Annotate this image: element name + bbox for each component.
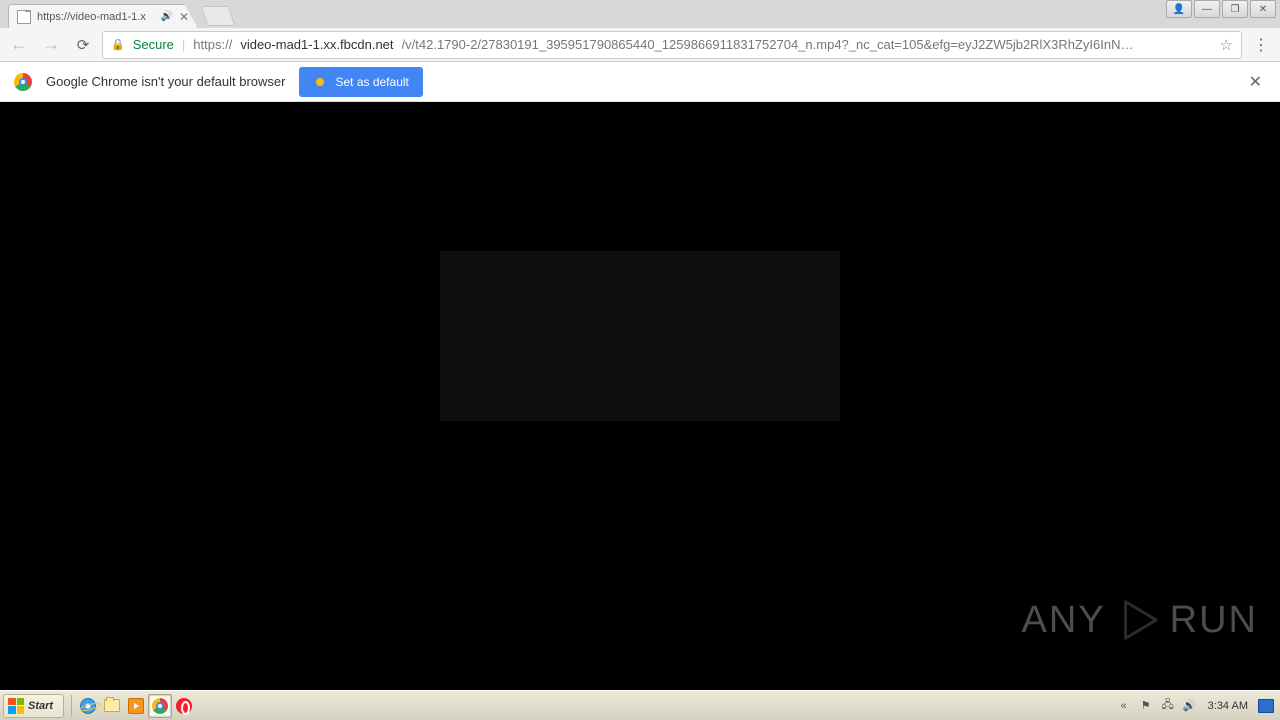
quicklaunch-separator <box>71 695 72 717</box>
chrome-menu-button[interactable]: ⋮ <box>1248 32 1274 58</box>
start-button[interactable]: Start <box>3 694 64 718</box>
bookmark-star-icon[interactable]: ☆ <box>1220 36 1233 54</box>
separator: | <box>182 37 185 52</box>
user-button[interactable]: 👤 <box>1166 0 1192 18</box>
infobar-close-icon[interactable]: ✕ <box>1245 68 1266 96</box>
maximize-button[interactable]: ❐ <box>1222 0 1248 18</box>
url-path: /v/t42.1790-2/27830191_395951790865440_1… <box>402 37 1208 52</box>
quicklaunch-media-player[interactable] <box>124 694 148 718</box>
lock-icon: 🔒 <box>111 38 125 51</box>
watermark-left: ANY <box>1022 599 1106 642</box>
tray-volume-icon[interactable]: 🔊 <box>1182 698 1198 714</box>
new-tab-button[interactable] <box>201 6 235 26</box>
video-player[interactable] <box>440 251 840 421</box>
quicklaunch-ie[interactable] <box>76 694 100 718</box>
tab-title: https://video-mad1-1.x <box>37 11 154 23</box>
browser-toolbar: ← → ⟳ 🔒 Secure | https:// video-mad1-1.xx… <box>0 28 1280 62</box>
address-bar[interactable]: 🔒 Secure | https:// video-mad1-1.xx.fbcdn… <box>102 31 1242 59</box>
opera-icon <box>176 698 192 714</box>
close-window-button[interactable]: ✕ <box>1250 0 1276 18</box>
default-browser-infobar: Google Chrome isn't your default browser… <box>0 62 1280 102</box>
start-label: Start <box>28 700 53 712</box>
folder-icon <box>104 699 120 712</box>
windows-flag-icon <box>8 698 24 714</box>
page-content: ANY RUN <box>0 102 1280 690</box>
set-default-label: Set as default <box>335 75 408 89</box>
play-outline-icon <box>1114 596 1162 644</box>
secure-label: Secure <box>133 37 174 52</box>
url-protocol: https:// <box>193 37 232 52</box>
chrome-small-icon <box>152 698 168 714</box>
watermark-right: RUN <box>1170 599 1258 642</box>
url-host: video-mad1-1.xx.fbcdn.net <box>240 37 393 52</box>
quicklaunch-explorer[interactable] <box>100 694 124 718</box>
tray-network-icon[interactable]: 🖧 <box>1160 698 1176 714</box>
chrome-icon <box>14 73 32 91</box>
close-tab-icon[interactable]: ✕ <box>179 10 189 24</box>
show-desktop-button[interactable] <box>1258 699 1274 713</box>
audio-icon[interactable]: 🔊 <box>160 11 172 22</box>
back-button[interactable]: ← <box>6 32 32 58</box>
quicklaunch-opera[interactable] <box>172 694 196 718</box>
forward-button[interactable]: → <box>38 32 64 58</box>
page-icon <box>17 10 31 24</box>
taskbar-clock[interactable]: 3:34 AM <box>1204 700 1252 712</box>
infobar-message: Google Chrome isn't your default browser <box>46 74 285 89</box>
shield-icon <box>313 75 327 89</box>
set-as-default-button[interactable]: Set as default <box>299 67 422 97</box>
taskbar: Start « ⚑ 🖧 🔊 3:34 AM <box>0 690 1280 720</box>
tray-flag-icon[interactable]: ⚑ <box>1138 698 1154 714</box>
minimize-button[interactable]: — <box>1194 0 1220 18</box>
browser-tab[interactable]: https://video-mad1-1.x 🔊 ✕ <box>8 4 198 28</box>
ie-icon <box>80 698 96 714</box>
window-controls: 👤 — ❐ ✕ <box>1166 0 1276 18</box>
tray-expand-icon[interactable]: « <box>1116 698 1132 714</box>
media-player-icon <box>128 698 144 714</box>
taskbar-chrome[interactable] <box>148 694 172 718</box>
anyrun-watermark: ANY RUN <box>1022 596 1258 644</box>
reload-button[interactable]: ⟳ <box>70 32 96 58</box>
tab-strip: https://video-mad1-1.x 🔊 ✕ <box>0 0 1280 28</box>
system-tray: « ⚑ 🖧 🔊 3:34 AM <box>1110 698 1280 714</box>
